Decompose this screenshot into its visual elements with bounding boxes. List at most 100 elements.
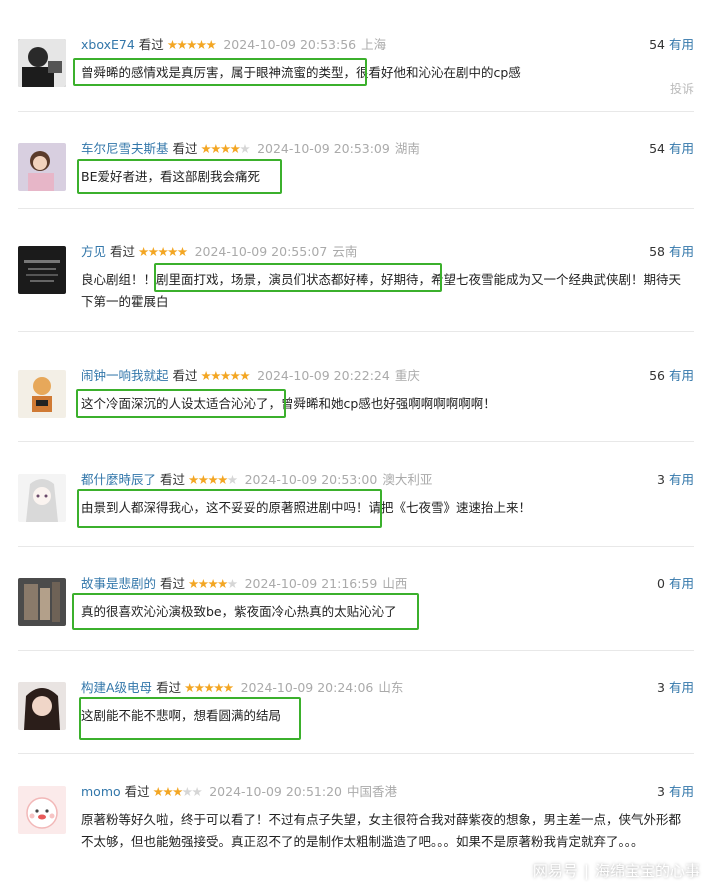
- useful-button[interactable]: 有用: [669, 141, 694, 156]
- comment-time: 2024-10-09 21:16:59: [244, 576, 378, 591]
- comment-location: 重庆: [394, 368, 420, 383]
- rating-stars: ★★★★★: [166, 37, 217, 52]
- vote-count: 54: [649, 141, 665, 156]
- divider: [18, 441, 694, 442]
- useful-button[interactable]: 有用: [669, 472, 694, 487]
- comment-time: 2024-10-09 20:51:20: [209, 784, 342, 799]
- useful-button[interactable]: 有用: [669, 368, 694, 383]
- divider: [18, 331, 694, 332]
- vote-count: 58: [649, 244, 665, 259]
- divider: [18, 546, 694, 547]
- highlight-box: [72, 593, 419, 630]
- highlight-box: [76, 389, 286, 418]
- rating-stars: ★★★★★: [200, 368, 251, 383]
- votes: 3 有用: [657, 470, 694, 490]
- vote-count: 3: [657, 680, 665, 695]
- comment-time: 2024-10-09 20:53:09: [257, 141, 390, 156]
- votes: 56 有用: [649, 366, 694, 386]
- username-link[interactable]: 闹钟一响我就起: [81, 368, 169, 383]
- avatar[interactable]: [18, 474, 66, 522]
- votes: 54 有用: [649, 35, 694, 55]
- votes: 0 有用: [657, 574, 694, 594]
- comment-text: 原著粉等好久啦，终于可以看了！不过有点子失望，女主很符合我对薛紫夜的想象，男主差…: [81, 812, 682, 849]
- comment-location: 澳大利亚: [382, 472, 433, 487]
- useful-button[interactable]: 有用: [669, 680, 694, 695]
- watermark-author: 海绵宝宝的心事: [594, 862, 700, 880]
- avatar-image: [18, 370, 66, 418]
- vote-count: 3: [657, 472, 665, 487]
- username-link[interactable]: 都什麼時辰了: [81, 472, 156, 487]
- comment-time: 2024-10-09 20:53:56: [223, 37, 357, 52]
- avatar-image: [18, 143, 66, 191]
- avatar[interactable]: [18, 370, 66, 418]
- comment-header: 方见 看过 ★★★★★ 2024-10-09 20:55:07 云南: [81, 242, 357, 262]
- useful-button[interactable]: 有用: [669, 37, 694, 52]
- watched-label: 看过: [172, 141, 198, 156]
- comment-time: 2024-10-09 20:22:24: [257, 368, 390, 383]
- username-link[interactable]: 方见: [81, 244, 106, 259]
- watched-label: 看过: [160, 576, 186, 591]
- comment-location: 中国香港: [346, 784, 397, 799]
- comment-location: 上海: [361, 37, 387, 52]
- username-link[interactable]: xboxE74: [81, 37, 135, 52]
- avatar-image: [18, 246, 66, 294]
- divider: [18, 650, 694, 651]
- rating-stars: ★★★★★: [188, 576, 238, 591]
- watched-label: 看过: [160, 472, 186, 487]
- rating-stars: ★★★★★: [152, 784, 203, 799]
- highlight-box: [77, 489, 382, 528]
- comment-header: momo 看过 ★★★★★ 2024-10-09 20:51:20 中国香港: [81, 782, 397, 802]
- comment-time: 2024-10-09 20:55:07: [194, 244, 328, 259]
- useful-button[interactable]: 有用: [669, 576, 694, 591]
- username-link[interactable]: 故事是悲剧的: [81, 576, 156, 591]
- scrollbar-track[interactable]: [692, 0, 720, 891]
- divider: [18, 753, 694, 754]
- comment-time: 2024-10-09 20:24:06: [240, 680, 374, 695]
- avatar-image: [18, 39, 66, 87]
- username-link[interactable]: 构建A级电母: [81, 680, 152, 695]
- avatar[interactable]: [18, 786, 66, 834]
- vote-count: 0: [657, 576, 665, 591]
- avatar[interactable]: [18, 39, 66, 87]
- report-link[interactable]: 投诉: [670, 80, 694, 97]
- rating-stars: ★★★★★: [188, 472, 238, 487]
- watched-label: 看过: [156, 680, 182, 695]
- avatar[interactable]: [18, 143, 66, 191]
- watched-label: 看过: [172, 368, 198, 383]
- avatar[interactable]: [18, 682, 66, 730]
- votes: 58 有用: [649, 242, 694, 262]
- avatar-image: [18, 786, 66, 834]
- vote-count: 56: [649, 368, 665, 383]
- highlight-box: [77, 159, 282, 194]
- highlight-box: [73, 58, 367, 86]
- avatar-image: [18, 578, 66, 626]
- comment-location: 山东: [378, 680, 404, 695]
- avatar-image: [18, 474, 66, 522]
- comment-time: 2024-10-09 20:53:00: [244, 472, 378, 487]
- username-link[interactable]: 车尔尼雪夫斯基: [81, 141, 169, 156]
- watermark-site: 网易号: [532, 862, 578, 880]
- comment-header: 闹钟一响我就起 看过 ★★★★★ 2024-10-09 20:22:24 重庆: [81, 366, 420, 386]
- rating-stars: ★★★★★: [184, 680, 234, 695]
- comment-location: 云南: [332, 244, 358, 259]
- divider: [18, 111, 694, 112]
- comment-header: 构建A级电母 看过 ★★★★★ 2024-10-09 20:24:06 山东: [81, 678, 403, 698]
- watched-label: 看过: [110, 244, 136, 259]
- username-link[interactable]: momo: [81, 784, 121, 799]
- avatar[interactable]: [18, 578, 66, 626]
- avatar[interactable]: [18, 246, 66, 294]
- highlight-box: [154, 263, 442, 292]
- watermark: 网易号 | 海绵宝宝的心事: [532, 862, 700, 880]
- comment-location: 山西: [382, 576, 408, 591]
- comment-header: xboxE74 看过 ★★★★★ 2024-10-09 20:53:56 上海: [81, 35, 386, 55]
- votes: 3 有用: [657, 782, 694, 802]
- vote-count: 54: [649, 37, 665, 52]
- comment-header: 故事是悲剧的 看过 ★★★★★ 2024-10-09 21:16:59 山西: [81, 574, 407, 594]
- divider: [18, 208, 694, 209]
- watched-label: 看过: [138, 37, 164, 52]
- useful-button[interactable]: 有用: [669, 244, 694, 259]
- useful-button[interactable]: 有用: [669, 784, 694, 799]
- comment-header: 都什麼時辰了 看过 ★★★★★ 2024-10-09 20:53:00 澳大利亚: [81, 470, 432, 490]
- vote-count: 3: [657, 784, 665, 799]
- rating-stars: ★★★★★: [200, 141, 251, 156]
